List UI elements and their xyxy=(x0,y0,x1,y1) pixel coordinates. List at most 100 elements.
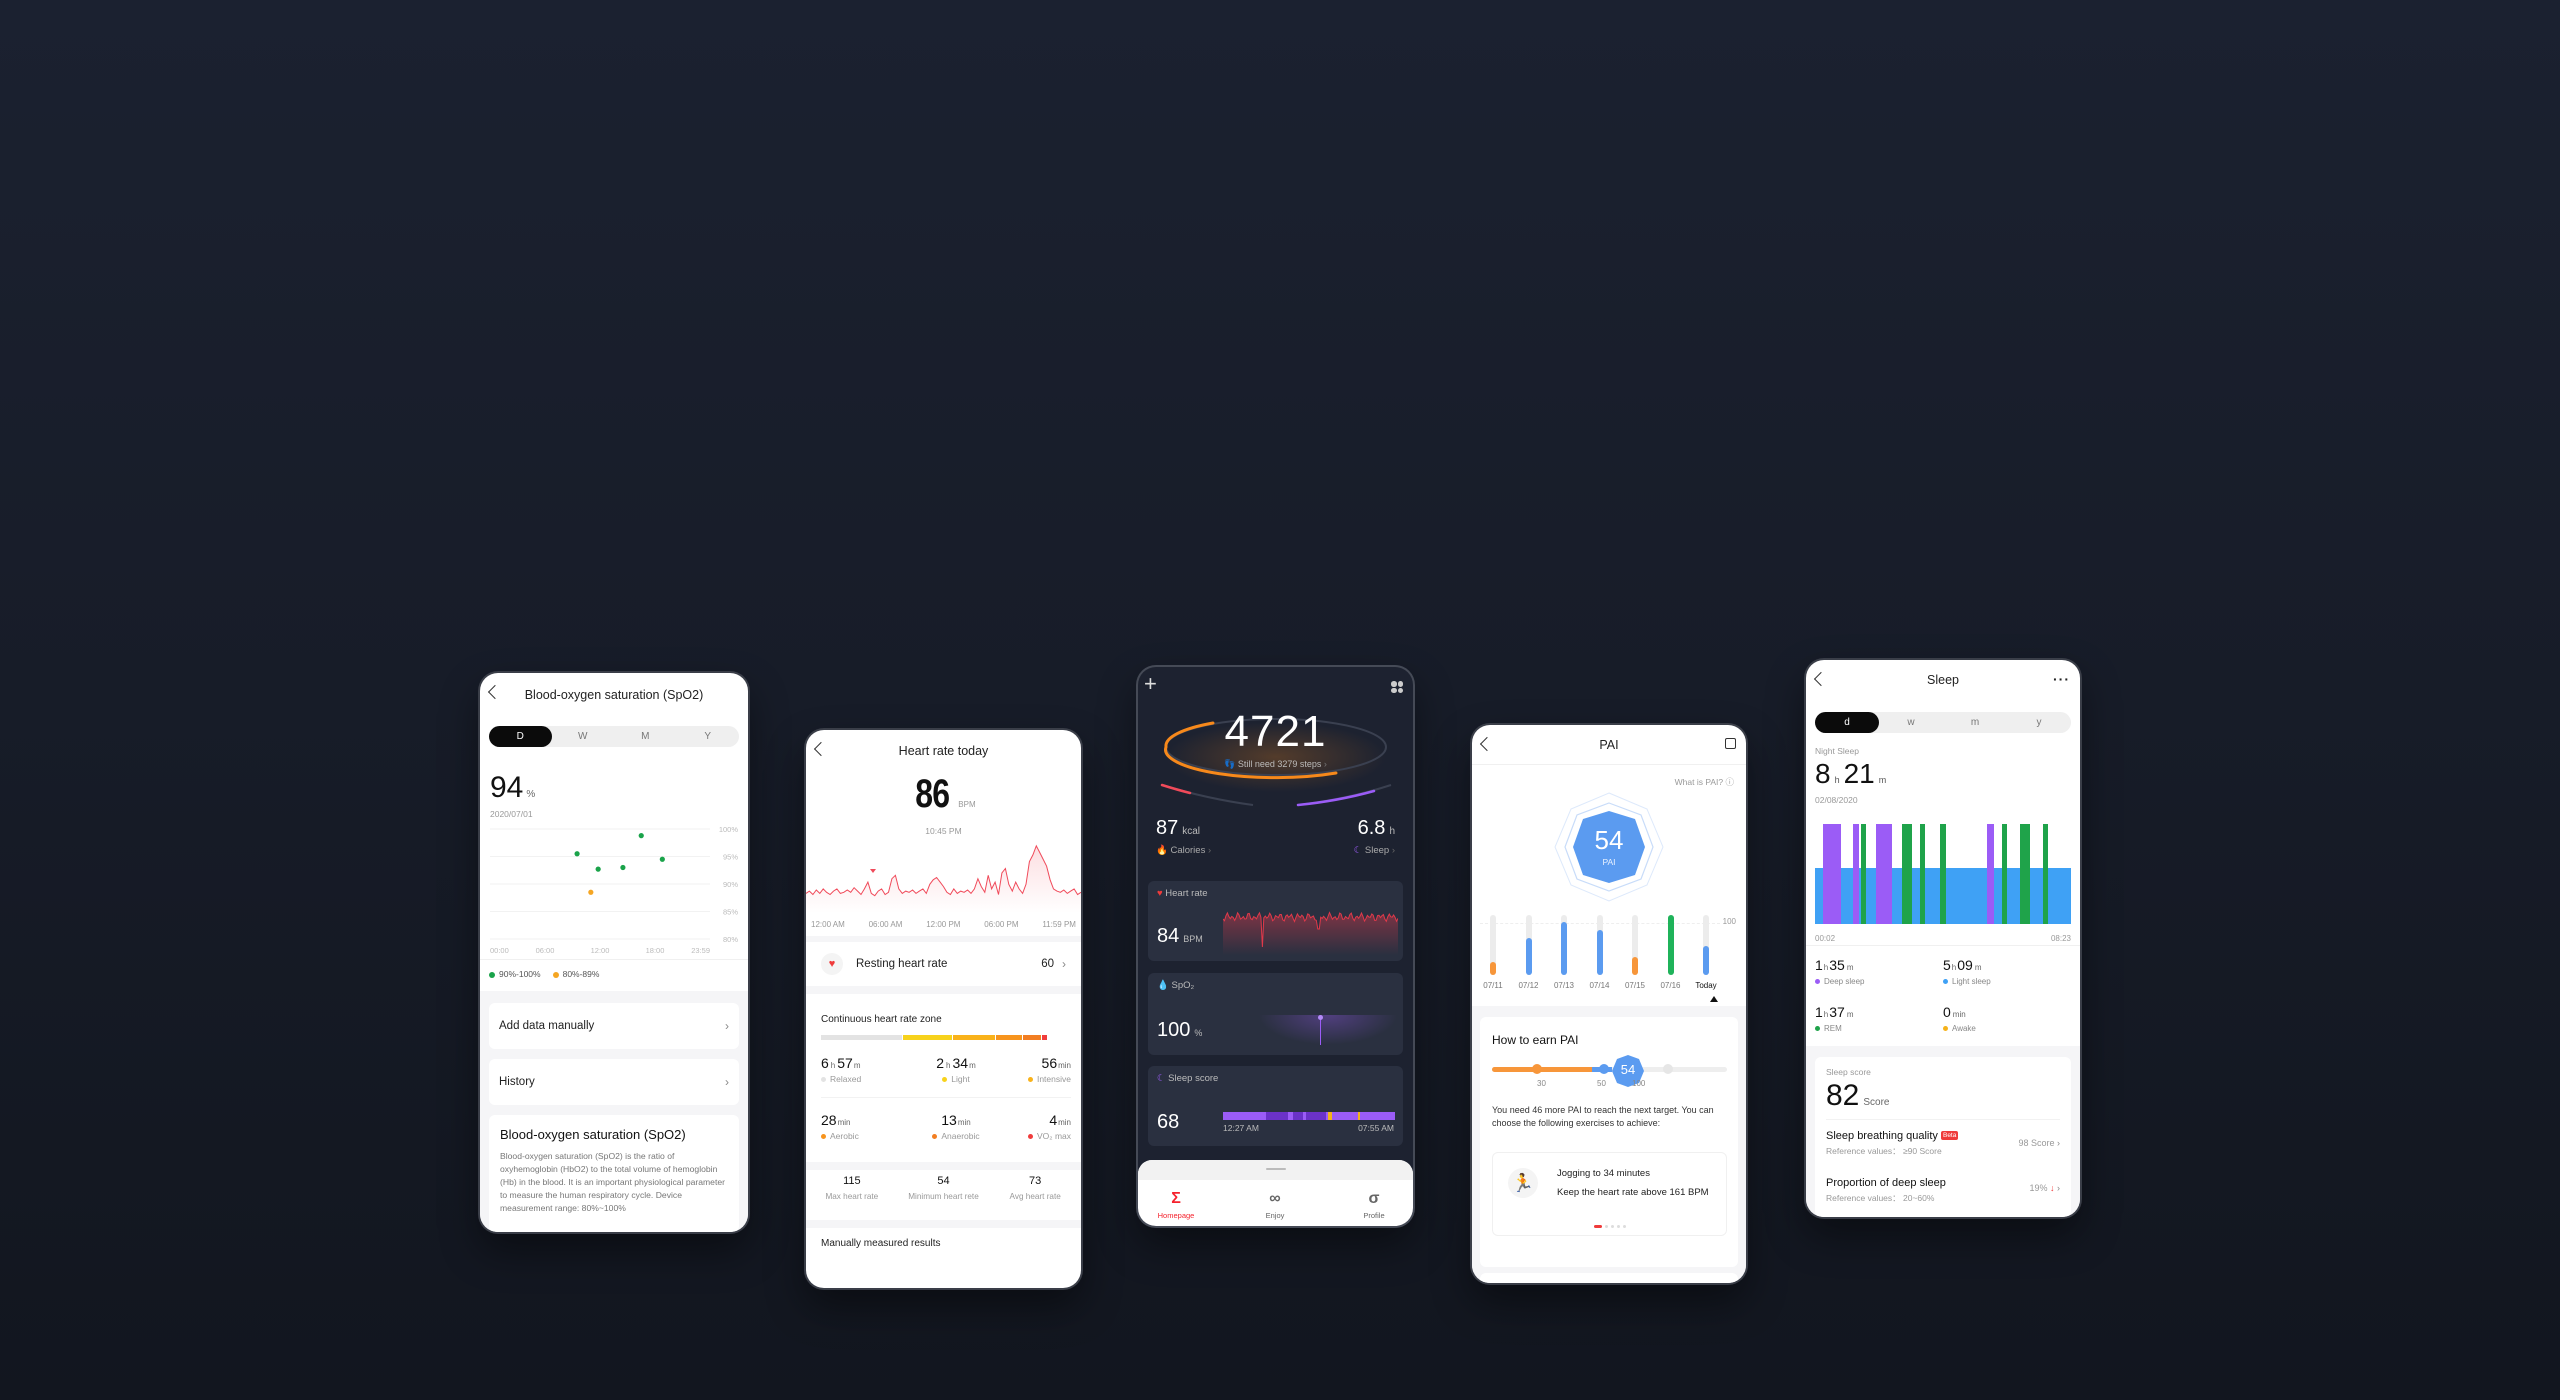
heart-rate-value: 86 xyxy=(915,772,951,816)
manual-results-link[interactable]: Manually measured results xyxy=(821,1238,941,1249)
period-tab-d[interactable]: D xyxy=(489,726,552,747)
sigma-icon: Σ xyxy=(1171,1190,1181,1207)
sleep-stage-segment[interactable] xyxy=(2019,824,2031,924)
back-icon[interactable] xyxy=(813,741,829,757)
period-tab-d[interactable]: d xyxy=(1815,712,1879,733)
card-title: SpO₂ xyxy=(1171,980,1195,991)
bars-max-label: 100 xyxy=(1722,917,1736,926)
pai-bar[interactable] xyxy=(1667,915,1674,975)
period-selector[interactable]: DWMY xyxy=(489,726,739,747)
period-tab-y[interactable]: Y xyxy=(677,726,740,747)
pai-screen: PAI What is PAI? ⓘ 54 PAI 07/11 07/12 07/1… xyxy=(1472,725,1746,1283)
add-data-manually-button[interactable]: Add data manually › xyxy=(489,1003,739,1049)
period-tab-w[interactable]: W xyxy=(552,726,615,747)
calories-progress-ring xyxy=(1160,783,1192,795)
pai-bar[interactable] xyxy=(1596,930,1603,975)
summary-value: 115 xyxy=(843,1175,861,1187)
home-screen: + 4721 👣 Still need 3279 steps › 87 kcal … xyxy=(1138,667,1413,1226)
spo2-card[interactable]: 💧 SpO₂ 100% xyxy=(1148,973,1403,1055)
carousel-dot[interactable] xyxy=(1610,1225,1614,1228)
period-tab-w[interactable]: w xyxy=(1879,712,1943,733)
what-is-pai-link[interactable]: What is PAI? ⓘ xyxy=(1675,776,1734,788)
pai-bar[interactable] xyxy=(1632,957,1638,975)
data-point[interactable] xyxy=(595,866,601,872)
period-tab-y[interactable]: y xyxy=(2007,712,2071,733)
tab-homepage[interactable]: Σ Homepage xyxy=(1146,1190,1206,1220)
x-tick-label: 06:00 AM xyxy=(868,920,903,929)
pai-bar[interactable] xyxy=(1703,946,1709,975)
period-tab-m[interactable]: m xyxy=(1943,712,2007,733)
carousel-dot[interactable] xyxy=(1622,1225,1626,1228)
sleep-stage-segment[interactable] xyxy=(1876,824,1892,924)
sleep-score-card[interactable]: ☾ Sleep score 68 12:27 AM 07:55 AM xyxy=(1148,1066,1403,1146)
zone-label: Anaerobic xyxy=(921,1131,991,1141)
legend-dot xyxy=(552,971,559,978)
data-point[interactable] xyxy=(638,833,644,839)
earn-pai-card: How to earn PAI 54 30 50 100 You need 46 m… xyxy=(1480,1017,1738,1267)
history-button[interactable]: History › xyxy=(489,1059,739,1105)
sleep-link[interactable]: ☾ Sleep › xyxy=(1354,845,1395,856)
page-title: Sleep xyxy=(1927,673,1959,687)
tab-profile[interactable]: σ Profile xyxy=(1344,1190,1404,1220)
grid-icon[interactable] xyxy=(1391,681,1403,693)
heart-rate-unit: BPM xyxy=(1183,934,1203,944)
calories-link[interactable]: 🔥 Calories › xyxy=(1156,845,1211,856)
share-icon[interactable] xyxy=(1725,738,1736,749)
add-icon[interactable]: + xyxy=(1144,671,1157,697)
tab-enjoy[interactable]: ∞ Enjoy xyxy=(1245,1190,1305,1220)
x-tick-label: 12:00 xyxy=(591,946,610,955)
x-tick-label: 07/16 xyxy=(1660,981,1681,990)
x-tick-label: 12:00 AM xyxy=(811,920,845,929)
sleep-stage-segment[interactable] xyxy=(1919,824,1926,924)
deep-sleep-proportion-row[interactable]: Proportion of deep sleep Reference value… xyxy=(1826,1177,2060,1207)
sleep-unit: h xyxy=(1389,826,1395,837)
drag-handle[interactable] xyxy=(1266,1168,1286,1170)
heart-rate-unit: BPM xyxy=(958,800,976,809)
slider-tick-label: 50 xyxy=(1597,1079,1606,1088)
pai-bar[interactable] xyxy=(1525,937,1532,975)
sleep-stage-segment[interactable] xyxy=(1861,824,1867,924)
period-selector[interactable]: dwmy xyxy=(1815,712,2071,733)
sleep-stage-segment[interactable] xyxy=(1822,824,1841,924)
carousel-dot[interactable] xyxy=(1593,1225,1602,1228)
sleep-score-value: 82 xyxy=(1826,1079,1860,1112)
sleep-stage-segment[interactable] xyxy=(1986,824,1995,924)
carousel-dot[interactable] xyxy=(1604,1225,1608,1228)
sleep-start: 12:27 AM xyxy=(1223,1123,1259,1133)
pai-slider-value: 54 xyxy=(1620,1062,1636,1077)
sleep-stage-segment[interactable] xyxy=(2001,824,2007,924)
zone-duration: 6 h 57m xyxy=(821,1055,861,1071)
pai-bar[interactable] xyxy=(1561,922,1567,975)
more-icon[interactable]: ··· xyxy=(2053,671,2070,687)
breathing-label: Sleep breathing quality xyxy=(1826,1130,1938,1142)
back-icon[interactable] xyxy=(1813,671,1829,687)
data-point[interactable] xyxy=(620,864,626,871)
resting-heart-rate-row[interactable]: ♥ Resting heart rate 60 › xyxy=(806,942,1081,986)
sleep-progress-ring xyxy=(1296,789,1376,807)
sleep-stage-segment[interactable] xyxy=(2042,824,2048,924)
heart-rate-card[interactable]: ♥ Heart rate 84 BPM xyxy=(1148,881,1403,961)
legend-dot xyxy=(489,971,495,978)
breathing-quality-row[interactable]: Sleep breathing quality Beta Reference v… xyxy=(1826,1130,2060,1166)
spo2-unit: % xyxy=(526,789,536,800)
data-point[interactable] xyxy=(659,856,665,862)
pai-bar[interactable] xyxy=(1490,961,1496,975)
data-point[interactable] xyxy=(574,851,580,857)
sleep-stats: 1h35 m Deep sleep 5h09 m Light sleep 1h37 m REM 0… xyxy=(1806,952,2080,1052)
data-point[interactable] xyxy=(588,889,594,895)
beta-badge: Beta xyxy=(1940,1131,1959,1140)
y-tick-label: 85% xyxy=(723,908,738,917)
back-icon[interactable] xyxy=(487,684,503,700)
divider xyxy=(821,1097,1071,1098)
sleep-stage-segment[interactable] xyxy=(1940,824,1946,924)
period-tab-m[interactable]: M xyxy=(614,726,677,747)
exercise-suggestion-card[interactable]: 🏃 Jogging to 34 minutes Keep the heart r… xyxy=(1492,1152,1727,1236)
sleep-stage-segment[interactable] xyxy=(1902,824,1913,924)
back-icon[interactable] xyxy=(1479,736,1495,752)
carousel-dot[interactable] xyxy=(1616,1225,1620,1228)
zone-stat: 56min Intensive xyxy=(1001,1055,1071,1084)
carousel-dots[interactable] xyxy=(1493,1225,1726,1228)
summary-label: Avg heart rate xyxy=(1009,1192,1061,1201)
sleep-stage-segment[interactable] xyxy=(1853,824,1859,924)
steps-hint-link[interactable]: 👣 Still need 3279 steps › xyxy=(1138,759,1413,770)
